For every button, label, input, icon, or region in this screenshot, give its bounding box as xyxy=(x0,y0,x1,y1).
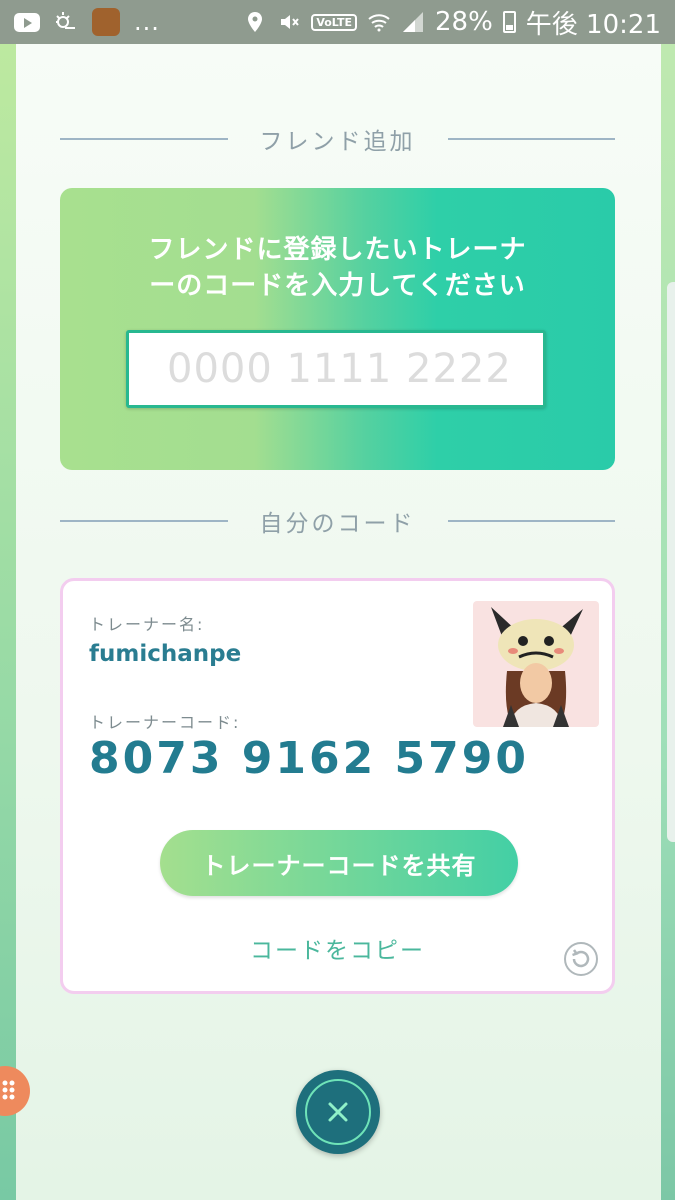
trainer-code: 8073 9162 5790 xyxy=(89,733,530,784)
friend-code-instruction: フレンドに登録したいトレーナ ーのコードを入力してください xyxy=(60,232,615,304)
edge-panel-handle[interactable] xyxy=(667,282,675,842)
battery-percent: 28% xyxy=(435,7,493,37)
divider-line xyxy=(60,138,228,140)
close-button[interactable] xyxy=(296,1070,380,1154)
background-strip-left xyxy=(0,44,16,1200)
youtube-icon xyxy=(14,12,40,32)
my-code-header: 自分のコード xyxy=(60,506,615,537)
trainer-name: fumichanpe xyxy=(89,641,242,667)
divider-line xyxy=(60,520,228,522)
instruction-line-1: フレンドに登録したいトレーナ xyxy=(148,235,527,265)
mute-icon xyxy=(281,15,300,29)
instruction-line-2: ーのコードを入力してください xyxy=(149,271,526,301)
my-trainer-card: トレーナー名: fumichanpe トレーナーコード: 8073 9162 5… xyxy=(60,578,615,994)
weather-icon xyxy=(56,12,75,29)
clock: 午後 10:21 xyxy=(525,9,661,40)
volte-icon: VoLTE xyxy=(311,13,357,31)
divider-line xyxy=(447,138,615,140)
friend-code-input[interactable] xyxy=(126,330,546,408)
friend-add-title: フレンド追加 xyxy=(259,129,416,155)
refresh-icon[interactable] xyxy=(563,941,599,977)
status-bar: ... VoLTE 28% 午後 10:21 xyxy=(0,0,675,44)
friend-code-entry-card: フレンドに登録したいトレーナ ーのコードを入力してください xyxy=(60,188,615,470)
location-icon xyxy=(248,12,263,32)
share-trainer-code-button[interactable]: トレーナーコードを共有 xyxy=(160,830,518,896)
avatar-illustration xyxy=(491,607,583,727)
trainer-avatar xyxy=(473,601,599,727)
dots-grid-icon xyxy=(2,1080,15,1100)
battery-icon xyxy=(502,11,516,33)
wifi-icon xyxy=(368,14,390,32)
app-notification-icon xyxy=(92,8,120,36)
divider-line xyxy=(447,520,615,522)
trainer-code-label: トレーナーコード: xyxy=(89,713,241,732)
friend-add-header: フレンド追加 xyxy=(60,124,615,155)
close-icon xyxy=(328,1102,348,1122)
signal-icon xyxy=(403,12,423,32)
trainer-name-label: トレーナー名: xyxy=(89,615,205,634)
more-notifications: ... xyxy=(134,8,160,36)
my-code-title: 自分のコード xyxy=(259,511,416,537)
copy-code-link[interactable]: コードをコピー xyxy=(63,931,612,965)
